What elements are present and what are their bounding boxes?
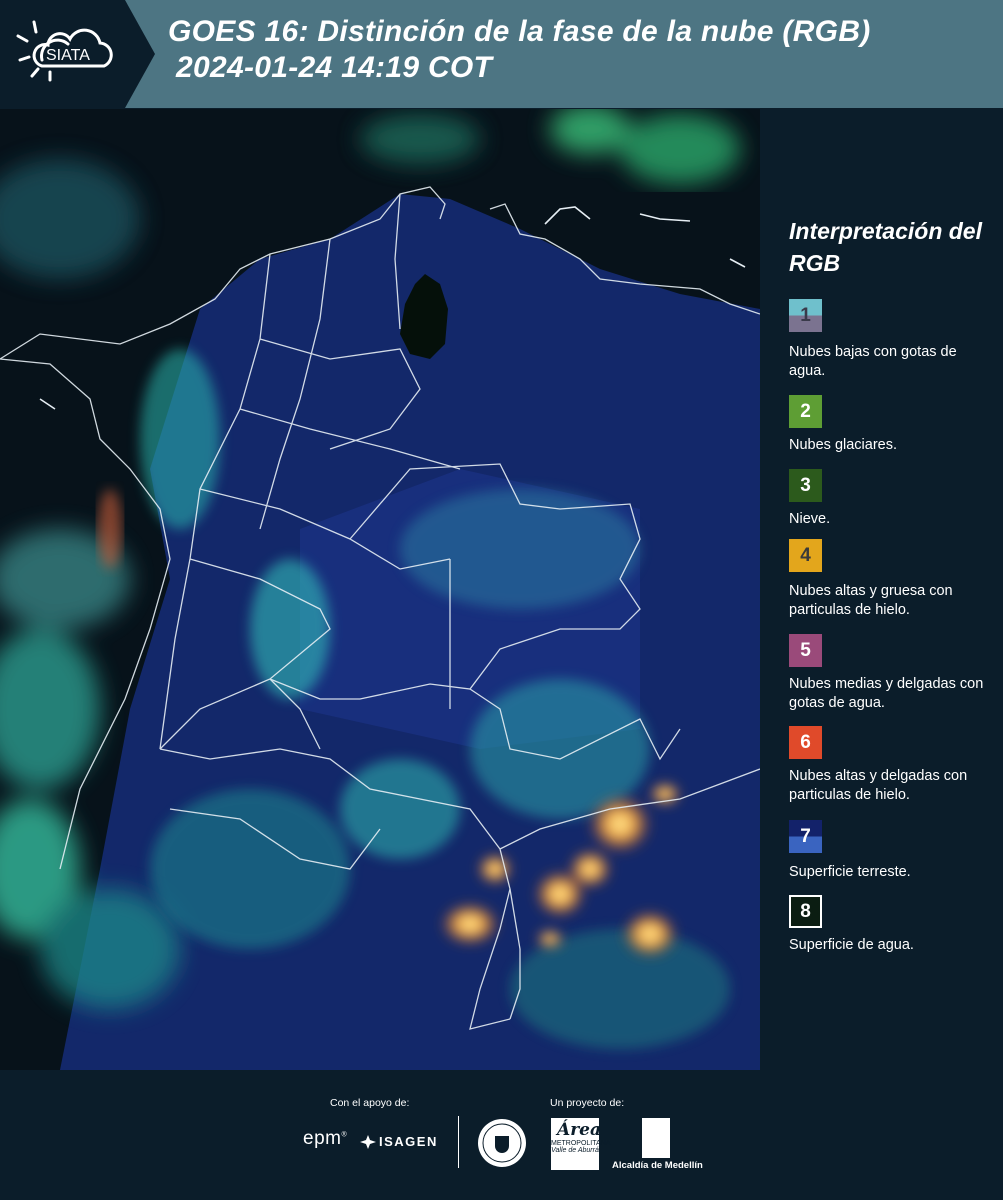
legend-label-2: Nubes glaciares. (789, 437, 897, 453)
legend-number: 8 (800, 900, 811, 922)
legend-label-6: Nubes altas y delgadas con particulas de… (789, 768, 968, 803)
legend-label-1: Nubes bajas con gotas de agua. (789, 344, 957, 379)
logo-text: SIATA (46, 47, 90, 64)
sun-cloud-icon: SIATA (16, 20, 113, 82)
project-label: Un proyecto de: (550, 1097, 625, 1109)
legend-swatch-5: 5 (789, 634, 822, 667)
legend-label-5: Nubes medias y delgadas con gotas de agu… (789, 676, 984, 711)
footer-divider (458, 1116, 459, 1168)
legend-number: 1 (800, 304, 811, 326)
legend-label-3: Nieve. (789, 511, 831, 527)
siata-logo: SIATA (0, 0, 155, 108)
satellite-map-image (0, 109, 760, 1070)
isagen-mark-icon (360, 1134, 376, 1149)
legend-title: Interpretación del RGB (789, 218, 982, 276)
epm-logo-mark: ® (341, 1131, 348, 1139)
legend-swatch-6: 6 (789, 726, 822, 759)
legend-swatch-2: 2 (789, 395, 822, 428)
epm-logo: epm® (303, 1128, 347, 1150)
legend-swatch-8: 8 (789, 895, 822, 928)
legend-number: 2 (800, 400, 811, 422)
legend-label-7: Superficie terreste. (789, 864, 911, 880)
legend-swatch-7: 7 (789, 820, 822, 853)
legend-number: 6 (800, 731, 811, 753)
area-logo-text: Área (557, 1120, 601, 1140)
legend-number: 7 (800, 825, 811, 847)
alcaldia-shield-icon (642, 1118, 670, 1158)
legend-number: 5 (800, 639, 811, 661)
legend-number: 3 (800, 474, 811, 496)
epm-logo-text: epm (303, 1128, 342, 1149)
legend-swatch-1: 1 (789, 299, 822, 332)
legend-swatch-4: 4 (789, 539, 822, 572)
legend-number: 4 (800, 544, 811, 566)
page-title: GOES 16: Distinción de la fase de la nub… (168, 14, 871, 86)
area-logo-subtitle-2: Valle de Aburrá (551, 1147, 599, 1154)
alcaldia-logo-text: Alcaldía de Medellín (612, 1160, 703, 1171)
title-line-2: 2024-01-24 14:19 COT (176, 51, 493, 84)
legend-label-8: Superficie de agua. (789, 937, 914, 953)
area-metropolitana-logo: Área METROPOLITANA Valle de Aburrá (551, 1118, 611, 1170)
legend-panel: Interpretación del RGB 1 Nubes bajas con… (760, 109, 1003, 1070)
isagen-logo: ISAGEN (360, 1134, 438, 1149)
legend-swatch-3: 3 (789, 469, 822, 502)
header-bar: SIATA GOES 16: Distinción de la fase de … (0, 0, 1003, 108)
isagen-logo-text: ISAGEN (379, 1134, 438, 1149)
area-logo-subtitle: METROPOLITANA (551, 1140, 611, 1147)
title-line-1: GOES 16: Distinción de la fase de la nub… (168, 15, 871, 48)
footer: Con el apoyo de: Un proyecto de: epm® IS… (0, 1070, 1003, 1200)
legend-label-4: Nubes altas y gruesa con particulas de h… (789, 583, 953, 618)
support-label: Con el apoyo de: (330, 1097, 410, 1109)
university-seal-icon (478, 1119, 526, 1167)
